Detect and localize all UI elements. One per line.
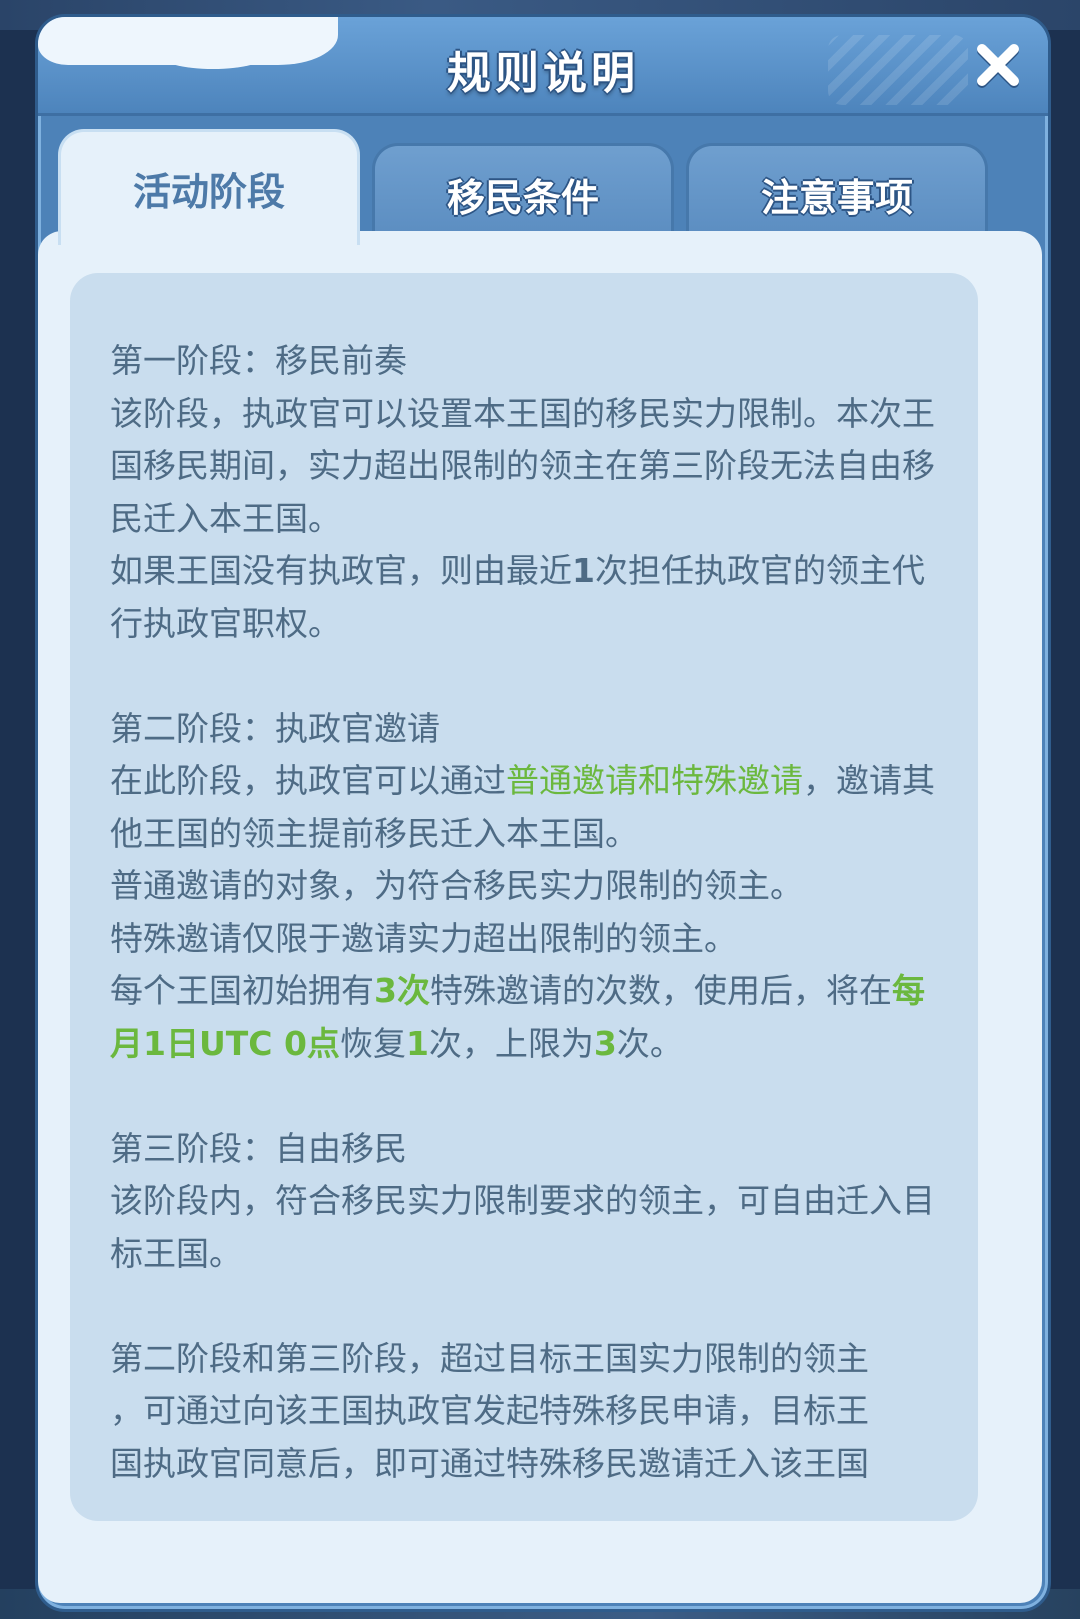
close-icon <box>977 44 1019 86</box>
highlight-restore-count: 1 <box>405 1023 429 1063</box>
text-span: 每个王国初始拥有 <box>110 971 374 1010</box>
note-line-2: ，可通过向该王国执政官发起特殊移民申请，目标王 <box>110 1391 869 1430</box>
text-span: 如果王国没有执政官，则由最近 <box>110 551 572 590</box>
text-span: 在此阶段，执政官可以通过 <box>110 761 506 800</box>
close-button[interactable] <box>970 37 1026 93</box>
tab-activity-stages[interactable]: 活动阶段 <box>58 129 360 245</box>
stage3-heading: 第三阶段：自由移民 <box>110 1128 407 1168</box>
stage3-paragraph-1: 该阶段内，符合移民实力限制要求的领主，可自由迁入目标王国。 <box>110 1181 935 1273</box>
note-line-3: 国执政官同意后，即可通过特殊移民邀请迁入该王国 <box>110 1443 869 1483</box>
text-span: 特殊邀请的次数，使用后，将在 <box>429 971 892 1010</box>
tab-bar: 活动阶段 移民条件 注意事项 <box>58 129 1024 245</box>
rules-text: 第一阶段：移民前奏 该阶段，执政官可以设置本王国的移民实力限制。本次王国移民期间… <box>110 335 950 1490</box>
stage1-paragraph-2: 如果王国没有执政官，则由最近1次担任执政官的领主代行执政官职权。 <box>110 545 950 650</box>
stage2-paragraph-1: 在此阶段，执政官可以通过普通邀请和特殊邀请，邀请其他王国的领主提前移民迁入本王国… <box>110 755 950 860</box>
rules-dialog: 规则说明 活动阶段 移民条件 注意事项 第一阶段：移民前奏 该阶段，执政官可以设… <box>35 14 1051 1612</box>
tab-migration-conditions[interactable]: 移民条件 <box>372 143 674 243</box>
stage1-paragraph-1: 该阶段，执政官可以设置本王国的移民实力限制。本次王国移民期间，实力超出限制的领主… <box>110 393 935 538</box>
highlight-max-count: 3 <box>593 1023 617 1063</box>
tab-notes[interactable]: 注意事项 <box>686 143 988 243</box>
stage1-heading: 第一阶段：移民前奏 <box>110 341 407 380</box>
note-line-1: 第二阶段和第三阶段，超过目标王国实力限制的领主 <box>110 1338 869 1378</box>
stage2-paragraph-4: 每个王国初始拥有3次特殊邀请的次数，使用后，将在每月1日UTC 0点恢复1次，上… <box>110 965 950 1070</box>
highlight-invite-types: 普通邀请和特殊邀请 <box>506 761 803 800</box>
number-span: 1 <box>572 551 595 590</box>
text-span: 次。 <box>616 1023 683 1063</box>
tab-panel: 第一阶段：移民前奏 该阶段，执政官可以设置本王国的移民实力限制。本次王国移民期间… <box>38 231 1042 1603</box>
highlight-initial-count: 3次 <box>374 971 430 1010</box>
stage2-heading: 第二阶段：执政官邀请 <box>110 708 440 748</box>
rules-content[interactable]: 第一阶段：移民前奏 该阶段，执政官可以设置本王国的移民实力限制。本次王国移民期间… <box>70 273 978 1521</box>
stage2-paragraph-2: 普通邀请的对象，为符合移民实力限制的领主。 <box>110 866 803 905</box>
snow-decoration <box>38 17 338 69</box>
stage2-paragraph-3: 特殊邀请仅限于邀请实力超出限制的领主。 <box>110 918 737 958</box>
text-span: 次，上限为 <box>428 1023 594 1063</box>
text-span: 恢复 <box>339 1023 406 1063</box>
